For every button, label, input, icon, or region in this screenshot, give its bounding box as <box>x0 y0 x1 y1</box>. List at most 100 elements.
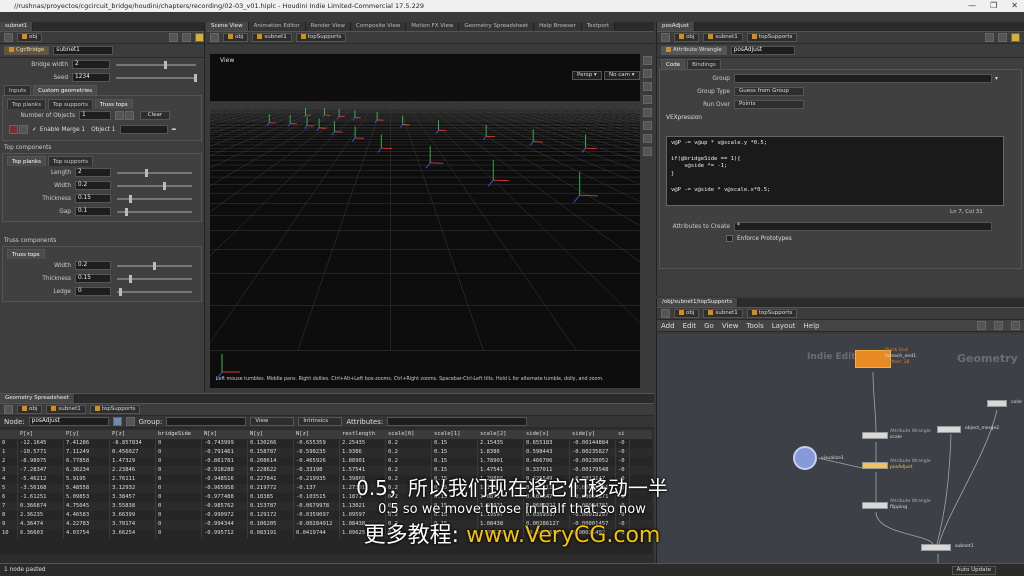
column-header[interactable]: P[x] <box>18 430 64 439</box>
attributes-to-create-field[interactable]: * <box>734 222 992 231</box>
column-header[interactable]: P[y] <box>64 430 110 439</box>
column-header[interactable]: restlength <box>340 430 386 439</box>
camera-dropdown[interactable]: No cam ▾ <box>604 71 640 80</box>
3d-viewport[interactable]: View Persp ▾ No cam ▾ Left mouse tumbles… <box>210 54 640 388</box>
tab-truss-tops[interactable]: Truss tops <box>94 99 133 109</box>
remove-item-icon[interactable] <box>9 125 18 134</box>
vertex-mode-icon[interactable] <box>125 417 135 426</box>
width-slider[interactable] <box>117 181 192 190</box>
column-header[interactable]: N[y] <box>248 430 294 439</box>
tab-scene-view[interactable]: Scene View <box>206 22 249 31</box>
wireframe-icon[interactable] <box>642 134 652 143</box>
tab-top-supports[interactable]: Top supports <box>47 99 93 109</box>
tab-textport[interactable]: Textport <box>581 22 616 31</box>
column-header[interactable]: side[y] <box>570 430 616 439</box>
add-item-icon[interactable] <box>19 125 28 134</box>
column-header[interactable]: si <box>616 430 630 439</box>
menu-edit[interactable]: Edit <box>683 322 697 330</box>
persp-dropdown[interactable]: Persp ▾ <box>572 71 602 80</box>
seed-field[interactable]: 1234 <box>72 73 110 82</box>
ledge-slider[interactable] <box>117 287 192 296</box>
column-header[interactable]: N[z] <box>294 430 340 439</box>
ledge-field[interactable]: 0 <box>75 287 111 296</box>
close-button[interactable]: ✕ <box>1011 1 1018 10</box>
group-field[interactable] <box>734 74 992 83</box>
shading-icon[interactable] <box>642 121 652 130</box>
gap-slider[interactable] <box>117 207 192 216</box>
view-dropdown[interactable]: View <box>250 417 295 426</box>
tab-motion-fx-view[interactable]: Motion FX View <box>406 22 460 31</box>
menu-layout[interactable]: Layout <box>772 322 796 330</box>
path-chip-obj[interactable]: obj <box>674 33 700 42</box>
gear-icon[interactable] <box>985 33 994 42</box>
tab-animation-editor[interactable]: Animation Editor <box>248 22 306 31</box>
truss-width-slider[interactable] <box>117 261 192 270</box>
back-icon[interactable] <box>210 33 219 42</box>
tab-code[interactable]: Code <box>661 59 686 69</box>
intrinsics-button[interactable]: Intrinsics <box>298 417 343 426</box>
group-type-dropdown[interactable]: Guess from Group <box>734 87 804 96</box>
object-path-field[interactable] <box>119 125 168 134</box>
group-field[interactable] <box>166 417 247 426</box>
checkmark-icon[interactable]: ✓ <box>32 127 37 133</box>
grid-icon[interactable] <box>994 321 1003 330</box>
thickness-field[interactable]: 0.15 <box>75 194 111 203</box>
tab-top-supports-2[interactable]: Top supports <box>47 156 93 166</box>
num-objects-field[interactable]: 1 <box>79 111 111 120</box>
thickness-slider[interactable] <box>117 194 192 203</box>
node-field[interactable]: posAdjust <box>28 417 109 426</box>
truss-thickness-slider[interactable] <box>117 274 192 283</box>
tab-composite-view[interactable]: Composite View <box>351 22 407 31</box>
path-chip-obj[interactable]: obj <box>17 405 43 414</box>
menu-tools[interactable]: Tools <box>746 322 763 330</box>
column-header[interactable]: N[x] <box>202 430 248 439</box>
bridge-width-field[interactable]: 2 <box>72 60 110 69</box>
menu-go[interactable]: Go <box>704 322 714 330</box>
node-name-field[interactable]: posAdjust <box>730 46 795 55</box>
plus-icon[interactable] <box>115 111 124 120</box>
column-header[interactable]: P[z] <box>110 430 156 439</box>
gear-icon[interactable] <box>169 33 178 42</box>
length-slider[interactable] <box>117 168 192 177</box>
light-icon[interactable] <box>642 108 652 117</box>
clear-button[interactable]: Clear <box>140 111 170 120</box>
viewport-canvas[interactable] <box>210 54 640 388</box>
path-chip-subnet1[interactable]: subnet1 <box>252 33 292 42</box>
node-chooser-icon[interactable]: ➦ <box>172 127 177 133</box>
gap-field[interactable]: 0.1 <box>75 207 111 216</box>
back-icon[interactable] <box>4 405 13 414</box>
lock-icon[interactable] <box>642 69 652 78</box>
path-chip-obj[interactable]: obj <box>17 33 43 42</box>
back-icon[interactable] <box>661 309 670 318</box>
camera-icon[interactable] <box>642 56 652 65</box>
column-header[interactable]: bridgeSide <box>156 430 202 439</box>
column-header[interactable]: side[x] <box>524 430 570 439</box>
tab-geometry-spreadsheet-2[interactable]: Geometry Spreadsheet <box>0 394 75 403</box>
path-chip-subnet1[interactable]: subnet1 <box>703 309 743 318</box>
tools-icon[interactable] <box>977 321 986 330</box>
path-chip-subnet1[interactable]: subnet1 <box>703 33 743 42</box>
maximize-button[interactable]: ❐ <box>990 1 997 10</box>
path-chip-topsupports[interactable]: topSupports <box>746 309 798 318</box>
tab-top-planks[interactable]: Top planks <box>7 99 46 109</box>
bridge-width-slider[interactable] <box>116 60 196 69</box>
tab-posadjust[interactable]: posAdjust <box>657 22 695 31</box>
tab-bindings[interactable]: Bindings <box>687 59 721 69</box>
tab-inputs[interactable]: Inputs <box>4 85 32 95</box>
info-icon[interactable] <box>1011 321 1020 330</box>
seed-slider[interactable] <box>116 73 197 82</box>
back-icon[interactable] <box>661 33 670 42</box>
tab-top-planks-2[interactable]: Top planks <box>7 156 46 166</box>
tab-subnet1[interactable]: subnet1 <box>0 22 34 31</box>
auto-update-dropdown[interactable]: Auto Update <box>951 565 996 575</box>
menu-help[interactable]: Help <box>804 322 820 330</box>
length-field[interactable]: 2 <box>75 168 111 177</box>
back-icon[interactable] <box>4 33 13 42</box>
tab-render-view[interactable]: Render View <box>305 22 352 31</box>
tab-custom-geometries[interactable]: Custom geometries <box>33 85 98 95</box>
tab-help-browser[interactable]: Help Browser <box>534 22 582 31</box>
column-header[interactable]: scale[2] <box>478 430 524 439</box>
help-icon[interactable] <box>182 33 191 42</box>
tab-truss-tops-2[interactable]: Truss tops <box>7 249 45 259</box>
attributes-field[interactable] <box>387 417 528 426</box>
